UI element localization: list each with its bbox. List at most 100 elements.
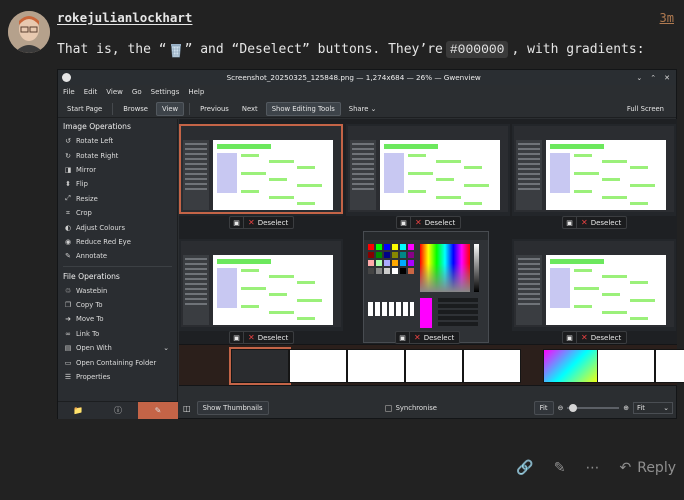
delete-bin-icon[interactable]: ▣ (396, 332, 410, 343)
file-ops-item-link-to[interactable]: ∞ Link To (58, 327, 177, 341)
view-button[interactable]: View (155, 101, 185, 116)
image-thumbnail[interactable] (346, 124, 510, 216)
zoom-slider[interactable] (567, 404, 620, 412)
deselect-label[interactable]: Deselect (591, 219, 627, 227)
image-ops-item-flip[interactable]: ⬍ Flip (58, 177, 177, 191)
sidebar-item-label: Rotate Right (76, 151, 119, 160)
deselect-label[interactable]: Deselect (258, 334, 294, 342)
image-viewer[interactable]: ▣ ✕ Deselect ▣ ✕ Deselect ▣ ✕ Deselect ▣ ✕ Deselect… (179, 119, 677, 344)
deselect-x-icon[interactable]: ✕ (581, 333, 588, 342)
delete-bin-icon[interactable]: ▣ (230, 217, 244, 228)
more-icon[interactable]: ⋯ (585, 460, 599, 476)
image-ops-item-resize[interactable]: ⤢ Resize (58, 192, 177, 206)
menu-settings[interactable]: Settings (151, 88, 180, 96)
sidebar-item-label: Open Containing Folder (76, 358, 157, 367)
filmstrip-thumbnail[interactable] (289, 349, 347, 383)
deselect-x-icon[interactable]: ✕ (415, 218, 422, 227)
filmstrip-thumbnail[interactable] (597, 349, 655, 383)
filmstrip-thumbnail[interactable] (229, 347, 291, 385)
edit-tab-icon[interactable]: ✎ (138, 402, 178, 419)
deselect-x-icon[interactable]: ✕ (581, 218, 588, 227)
delete-bin-icon[interactable]: ▣ (397, 217, 411, 228)
post-text-mid: ” and “Deselect” buttons. They’re (184, 42, 443, 57)
resize-icon: ⤢ (65, 194, 71, 203)
browse-button[interactable]: Browse (118, 103, 153, 115)
deselect-label[interactable]: Deselect (258, 219, 294, 227)
next-button[interactable]: Next (237, 103, 263, 115)
image-thumbnail[interactable] (512, 239, 676, 331)
zoom-in-icon[interactable]: ⊕ (623, 404, 629, 412)
filmstrip-thumbnail[interactable] (347, 349, 405, 383)
colour-dialog-thumbnail[interactable] (363, 231, 489, 343)
preview-highlight-row (630, 317, 648, 320)
avatar[interactable] (8, 11, 50, 53)
edit-icon[interactable]: ✎ (554, 460, 566, 476)
delete-bin-icon[interactable]: ▣ (230, 332, 244, 343)
deselect-label[interactable]: Deselect (591, 334, 627, 342)
menu-go[interactable]: Go (132, 88, 142, 96)
image-ops-item-adjust-colours[interactable]: ◐ Adjust Colours (58, 220, 177, 234)
menu-edit[interactable]: Edit (84, 88, 98, 96)
zoom-combo-value: Fit (637, 404, 645, 412)
share-button[interactable]: Share ⌄ (344, 103, 382, 115)
preview-highlight-row (241, 269, 259, 272)
link-icon[interactable]: 🔗 (516, 460, 533, 476)
image-ops-item-crop[interactable]: ⌗ Crop (58, 206, 177, 220)
gwenview-screenshot[interactable]: Screenshot_20250325_125848.png — 1,274x6… (57, 69, 684, 419)
file-ops-item-wastebin[interactable]: ♲ Wastebin (58, 284, 177, 298)
info-tab-icon[interactable]: ⓘ (98, 402, 138, 419)
image-ops-item-rotate-left[interactable]: ↺ Rotate Left (58, 134, 177, 148)
image-thumbnail[interactable] (179, 124, 343, 216)
reply-button[interactable]: ↶ Reply (619, 460, 676, 476)
deselect-label[interactable]: Deselect (424, 334, 460, 342)
folder-tab-icon[interactable]: 📁 (58, 402, 98, 419)
zoom-slider-handle[interactable] (569, 404, 578, 412)
sidebar-toggle-icon[interactable]: ◫ (183, 404, 191, 413)
preview-highlight-row (602, 275, 627, 278)
full-screen-button[interactable]: Full Screen (622, 103, 669, 115)
delete-bin-icon[interactable]: ▣ (563, 217, 577, 228)
deselect-x-icon[interactable]: ✕ (248, 333, 255, 342)
image-ops-item-reduce-red-eye[interactable]: ◉ Reduce Red Eye (58, 235, 177, 249)
preview-section (217, 268, 237, 308)
menu-view[interactable]: View (106, 88, 123, 96)
image-ops-item-mirror[interactable]: ◨ Mirror (58, 163, 177, 177)
start-page-button[interactable]: Start Page (62, 103, 107, 115)
maximize-icon[interactable]: ⌃ (650, 74, 656, 82)
post-time[interactable]: 3m (660, 11, 674, 25)
menu-help[interactable]: Help (188, 88, 204, 96)
previous-button[interactable]: Previous (195, 103, 234, 115)
file-ops-item-move-to[interactable]: ➜ Move To (58, 312, 177, 326)
menu-file[interactable]: File (63, 88, 75, 96)
preview-highlight-row (574, 190, 592, 193)
image-thumbnail[interactable] (179, 239, 343, 331)
file-ops-item-open-containing-folder[interactable]: ▭ Open Containing Folder (58, 355, 177, 369)
filmstrip-thumbnail[interactable] (405, 349, 463, 383)
deselect-x-icon[interactable]: ✕ (248, 218, 255, 227)
image-ops-item-annotate[interactable]: ✎ Annotate (58, 249, 177, 263)
close-icon[interactable]: ✕ (664, 74, 670, 82)
fit-button[interactable]: Fit (533, 401, 554, 415)
filmstrip-thumbnail[interactable] (463, 349, 521, 383)
preview-document (213, 140, 333, 210)
show-thumbnails-button[interactable]: Show Thumbnails (196, 401, 269, 415)
zoom-out-icon[interactable]: ⊖ (558, 404, 564, 412)
image-thumbnail[interactable] (512, 124, 676, 216)
deselect-x-icon[interactable]: ✕ (414, 333, 421, 342)
username-link[interactable]: rokejulianlockhart (57, 10, 192, 25)
file-ops-item-copy-to[interactable]: ❐ Copy To (58, 298, 177, 312)
thumbnail-bar[interactable] (179, 344, 684, 386)
image-ops-item-rotate-right[interactable]: ↻ Rotate Right (58, 148, 177, 162)
minimize-icon[interactable]: ⌄ (636, 74, 642, 82)
delete-bin-icon[interactable]: ▣ (563, 332, 577, 343)
show-editing-tools-button[interactable]: Show Editing Tools (265, 101, 341, 116)
file-ops-item-open-with[interactable]: ▤ Open With ⌄ (58, 341, 177, 355)
file-ops-item-properties[interactable]: ☰ Properties (58, 370, 177, 384)
deselect-label[interactable]: Deselect (425, 219, 461, 227)
filmstrip-thumbnail[interactable] (655, 349, 684, 383)
file-operations-heading: File Operations (63, 271, 120, 281)
filmstrip-thumbnail[interactable] (543, 349, 601, 383)
app-icon (62, 73, 71, 82)
synchronise-checkbox[interactable]: Synchronise (384, 404, 437, 412)
zoom-combo[interactable]: Fit ⌄ (633, 402, 673, 414)
